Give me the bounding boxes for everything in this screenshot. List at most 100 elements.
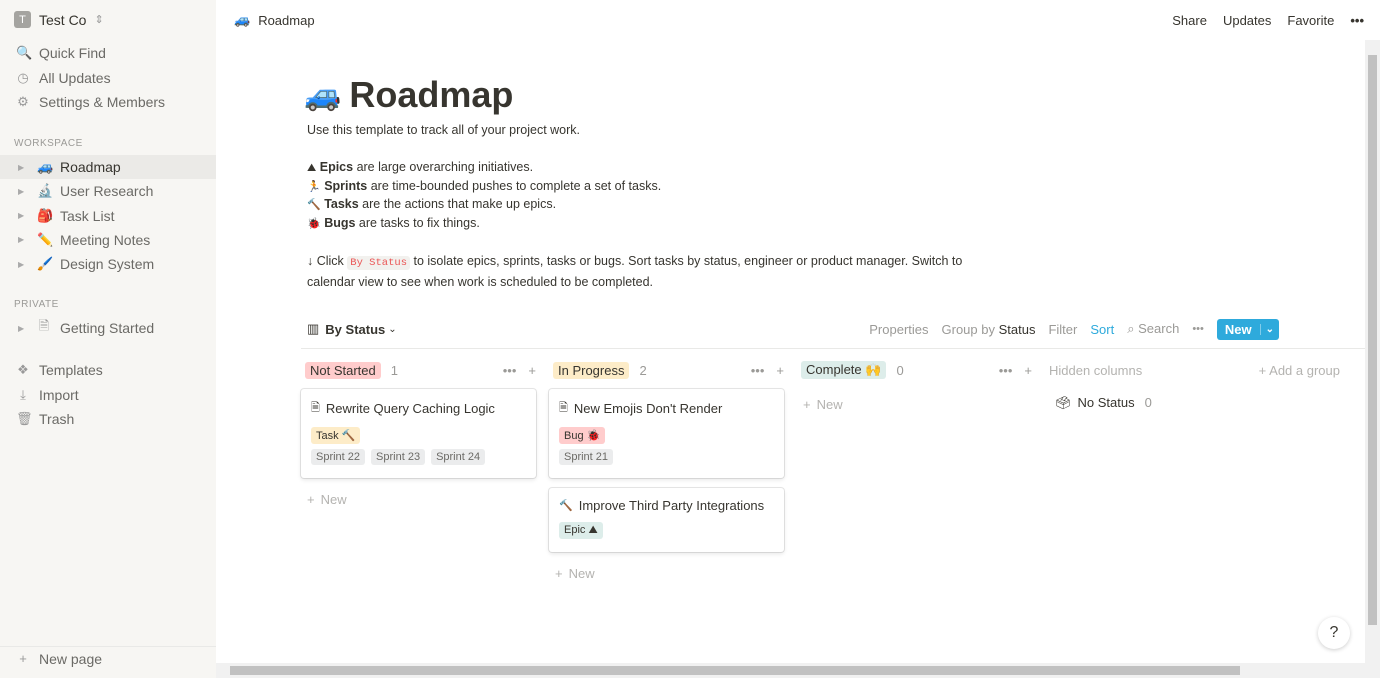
horizontal-scrollbar[interactable] (216, 663, 1380, 678)
vertical-scrollbar[interactable] (1365, 40, 1380, 663)
page-icon: ⤓ (20, 386, 26, 402)
sidebar: T Test Co ⇕ 🔍 Quick Find ◷ All Updates ⚙ Sett… (0, 0, 216, 678)
group-by-button[interactable]: Group by Status (942, 322, 1036, 337)
add-group-button[interactable]: + Add a group (1259, 363, 1340, 378)
new-page-button[interactable]: + New page (0, 646, 216, 670)
add-group-label: Add a group (1269, 362, 1340, 378)
sort-button[interactable]: Sort (1090, 322, 1114, 337)
card-icon: 🗎 (559, 402, 568, 414)
add-card-button[interactable]: + New (301, 478, 536, 521)
board-card[interactable]: 🔨 Improve Third Party Integrations Epic ⛰ (549, 488, 784, 552)
definition-line: ⛰ Epics are large overarching initiative… (307, 158, 533, 178)
search-button[interactable]: ⌕ Search (1127, 321, 1179, 337)
view-selector[interactable]: By Status (325, 322, 385, 337)
column-status-pill[interactable]: In Progress (553, 361, 630, 379)
breadcrumb-roadmap: Roadmap (258, 12, 315, 28)
help-button[interactable]: ? (1318, 617, 1350, 649)
no-status-group[interactable]: 🗳 No Status 0 (1045, 395, 1280, 411)
add-card-button[interactable]: + New (549, 552, 784, 595)
more-icon[interactable]: ••• (999, 363, 1013, 378)
expand-triangle-icon[interactable]: ▶ (18, 260, 28, 269)
instr-line2: calendar view to see when work is schedu… (307, 275, 654, 289)
hidden-columns-label: Hidden columns (1049, 362, 1143, 378)
sidebar-item[interactable]: ▶ 🖌️ Design System (0, 252, 216, 276)
instr-post: to isolate epics, sprints, tasks or bugs… (410, 254, 963, 268)
board-card[interactable]: 🗎 Rewrite Query Caching Logic Task 🔨 Sprin… (301, 389, 536, 478)
sidebar-item[interactable]: 🔍 Quick Find (0, 41, 216, 65)
favorite-button[interactable]: Favorite (1287, 13, 1334, 28)
page-icon: 🗑 (16, 411, 33, 426)
sidebar-item-label: Templates (39, 362, 103, 378)
more-icon[interactable]: ••• (503, 363, 517, 378)
section-label: WORKSPACE (14, 138, 83, 149)
hidden-columns: Hidden columns + Add a group 🗳 No Status… (1045, 361, 1340, 411)
scrollbar-thumb[interactable] (1368, 55, 1377, 625)
expand-triangle-icon[interactable]: ▶ (18, 187, 28, 196)
plus-icon[interactable]: + (528, 363, 536, 378)
card-title: Improve Third Party Integrations (578, 498, 765, 513)
sidebar-item-label: All Updates (39, 69, 111, 86)
more-icon[interactable]: ••• (751, 363, 765, 378)
sidebar-item-label: Quick Find (39, 45, 106, 61)
definition-icon: ⛰ (307, 162, 317, 174)
inbox-icon: 🗳 (1055, 395, 1072, 410)
definition-term: Bugs (324, 216, 356, 231)
column-count: 1 (390, 362, 398, 378)
section-label: PRIVATE (14, 299, 59, 310)
sidebar-item[interactable]: ⤓ Import (0, 383, 216, 407)
sidebar-item[interactable]: ▶ 🔬 User Research (0, 179, 216, 203)
instructions: ↓ Click By Status to isolate epics, spri… (307, 252, 962, 292)
card-title: New Emojis Don't Render (573, 401, 723, 416)
car-icon: 🚙 (304, 78, 342, 112)
breadcrumb[interactable]: 🚙 Roadmap (234, 12, 315, 28)
type-tag: Bug 🐞 (559, 427, 606, 444)
divider (301, 348, 1365, 349)
page-title[interactable]: 🚙 Roadmap (304, 74, 513, 116)
more-options-icon[interactable]: ••• (1192, 323, 1204, 335)
type-tag: Epic ⛰ (559, 522, 603, 539)
instr-pre: ↓ Click (307, 254, 348, 268)
column-status-pill[interactable]: Not Started (305, 361, 381, 379)
board-card[interactable]: 🗎 New Emojis Don't Render Bug 🐞 Sprint 21 (549, 389, 784, 478)
sidebar-item[interactable]: ▶ 🗎 Getting Started (0, 316, 216, 340)
sidebar-item[interactable]: ❖ Templates (0, 358, 216, 382)
chevron-down-icon[interactable]: ⌄ (388, 324, 396, 335)
sidebar-item[interactable]: ▶ 🚙 Roadmap (0, 155, 216, 179)
filter-button[interactable]: Filter (1048, 322, 1077, 337)
sidebar-item-label: Meeting Notes (60, 231, 151, 248)
sidebar-item[interactable]: ▶ ✏️ Meeting Notes (0, 228, 216, 252)
plus-icon[interactable]: + (1024, 363, 1032, 378)
sidebar-item[interactable]: 🗑 Trash (0, 407, 216, 431)
by-status-code: By Status (347, 256, 410, 270)
column-status-pill[interactable]: Complete 🙌 (801, 361, 887, 379)
sprint-tag: Sprint 22 (311, 449, 366, 465)
expand-triangle-icon[interactable]: ▶ (18, 211, 28, 220)
new-card-label: New (320, 492, 347, 507)
board-column: Not Started 1 ••• + 🗎 Rewrite Query Caching L… (301, 361, 536, 521)
definition-icon: 🐞 (307, 218, 321, 231)
more-icon[interactable]: ••• (1350, 13, 1364, 28)
workspace-switcher[interactable]: T Test Co ⇕ (14, 11, 104, 28)
sidebar-item[interactable]: ▶ 🎒 Task List (0, 204, 216, 228)
properties-button[interactable]: Properties (869, 322, 928, 337)
expand-triangle-icon[interactable]: ▶ (18, 324, 28, 333)
share-button[interactable]: Share (1172, 13, 1207, 28)
view-toolbar: ▥ By Status ⌄ Properties Group by Status… (307, 318, 1279, 340)
sprint-tag: Sprint 24 (431, 449, 486, 465)
new-card-label: New (568, 566, 595, 581)
sidebar-item[interactable]: ◷ All Updates (0, 66, 216, 90)
scrollbar-thumb[interactable] (230, 666, 1240, 675)
add-card-button[interactable]: + New (797, 379, 1032, 426)
sidebar-item[interactable]: ⚙ Settings & Members (0, 90, 216, 114)
expand-triangle-icon[interactable]: ▶ (18, 235, 28, 244)
expand-triangle-icon[interactable]: ▶ (18, 163, 28, 172)
chevron-down-icon[interactable]: ⌄ (1259, 323, 1279, 335)
sidebar-item-label: Import (39, 386, 79, 403)
workspace-avatar: T (14, 11, 31, 28)
plus-icon[interactable]: + (776, 363, 784, 378)
definition-text: are large overarching initiatives. (353, 160, 534, 174)
new-button[interactable]: New ⌄ (1216, 318, 1279, 340)
updates-button[interactable]: Updates (1223, 13, 1271, 28)
board-column: In Progress 2 ••• + 🗎 New Emojis Don't Render… (549, 361, 784, 595)
new-page-label: New page (39, 650, 103, 667)
